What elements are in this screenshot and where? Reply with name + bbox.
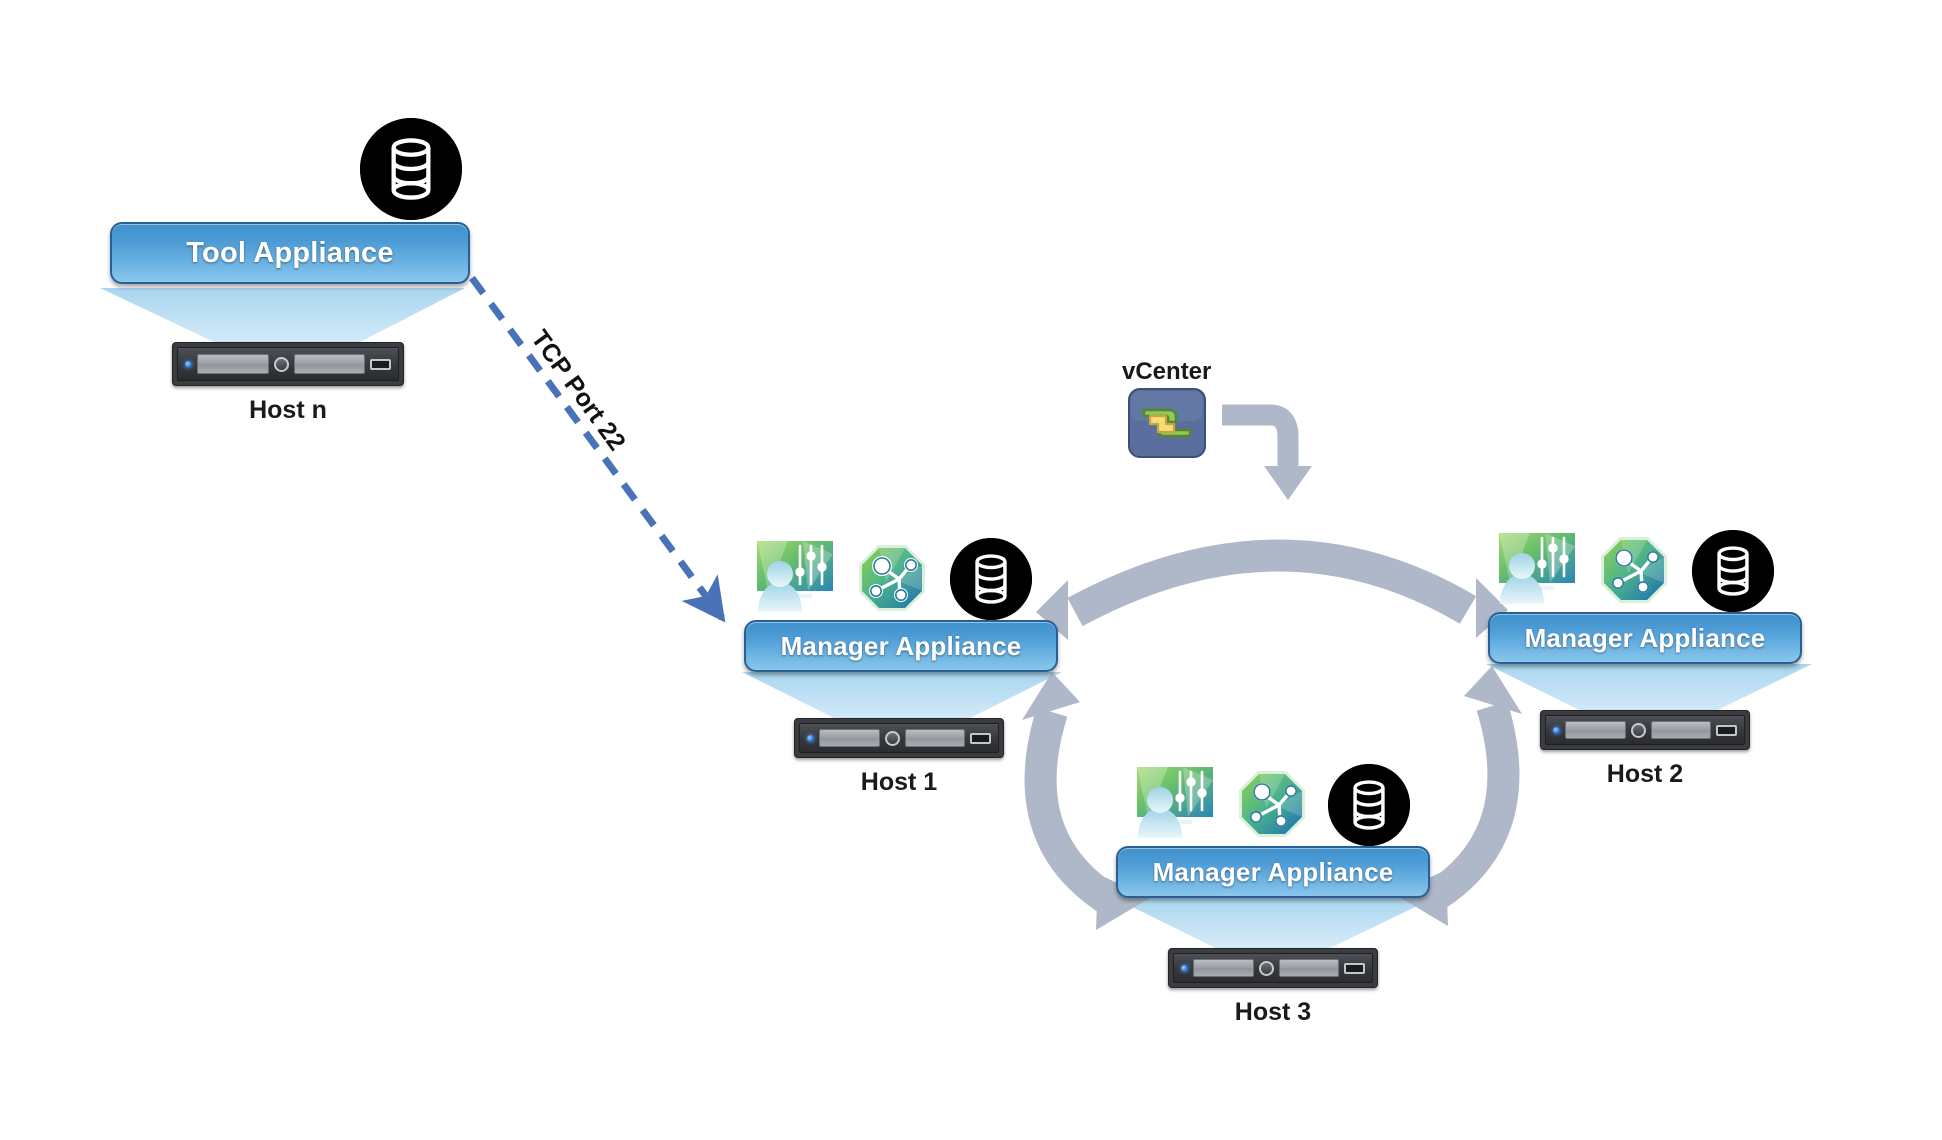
port-icon	[1344, 962, 1365, 974]
manager-appliance-1-node[interactable]: Manager Appliance	[744, 620, 1058, 672]
vmware-vcenter-icon	[1128, 388, 1206, 458]
manager-appliance-3-node[interactable]: Manager Appliance	[1116, 846, 1430, 898]
host-2-label: Host 2	[1606, 760, 1684, 788]
management-console-icon	[1128, 760, 1224, 840]
knob-icon	[1258, 960, 1274, 976]
knob-icon	[1630, 722, 1646, 738]
server-host-3	[1168, 948, 1378, 988]
drive-bay	[1565, 721, 1626, 739]
management-console-icon	[748, 534, 844, 614]
management-console-icon	[1490, 526, 1586, 606]
network-topology-icon	[856, 542, 928, 614]
database-icon	[1692, 530, 1774, 612]
network-topology-icon	[1236, 768, 1308, 840]
manager-appliance-1-label: Manager Appliance	[780, 630, 1022, 661]
server-host-n	[172, 342, 404, 386]
knob-icon	[273, 356, 289, 372]
port-icon	[370, 358, 391, 370]
drive-bay	[904, 729, 965, 747]
drive-bay	[819, 729, 880, 747]
tool-appliance-label: Tool Appliance	[186, 236, 394, 269]
network-topology-icon	[1598, 534, 1670, 606]
tcp-port-22-arrow	[469, 275, 726, 623]
manager-appliance-3-label: Manager Appliance	[1152, 856, 1394, 887]
power-led-icon	[185, 360, 192, 368]
drive-bay	[293, 354, 365, 374]
port-icon	[970, 732, 991, 744]
diagram-canvas: Tool Appliance Host n TCP Port 22 vCente…	[0, 0, 1942, 1140]
server-host-2	[1540, 710, 1750, 750]
knob-icon	[884, 730, 900, 746]
vcenter-label: vCenter	[1122, 358, 1212, 385]
drive-bay	[1650, 721, 1711, 739]
cluster-arc-top	[1036, 539, 1508, 640]
port-icon	[1716, 724, 1737, 736]
manager-appliance-2-node[interactable]: Manager Appliance	[1488, 612, 1802, 664]
database-icon	[360, 118, 462, 220]
power-led-icon	[1553, 726, 1560, 734]
database-icon	[950, 538, 1032, 620]
tool-appliance-node[interactable]: Tool Appliance	[110, 222, 470, 284]
host-3-label: Host 3	[1234, 998, 1312, 1026]
tcp-port-22-label: TCP Port 22	[525, 325, 632, 456]
database-icon	[1328, 764, 1410, 846]
host-n-label: Host n	[249, 396, 327, 424]
power-led-icon	[1181, 964, 1188, 972]
vcenter-arrow	[1222, 404, 1312, 500]
server-host-1	[794, 718, 1004, 758]
power-led-icon	[807, 734, 814, 742]
drive-bay	[197, 354, 269, 374]
drive-bay	[1193, 959, 1254, 977]
drive-bay	[1278, 959, 1339, 977]
manager-appliance-2-label: Manager Appliance	[1524, 622, 1766, 653]
host-1-label: Host 1	[860, 768, 938, 796]
